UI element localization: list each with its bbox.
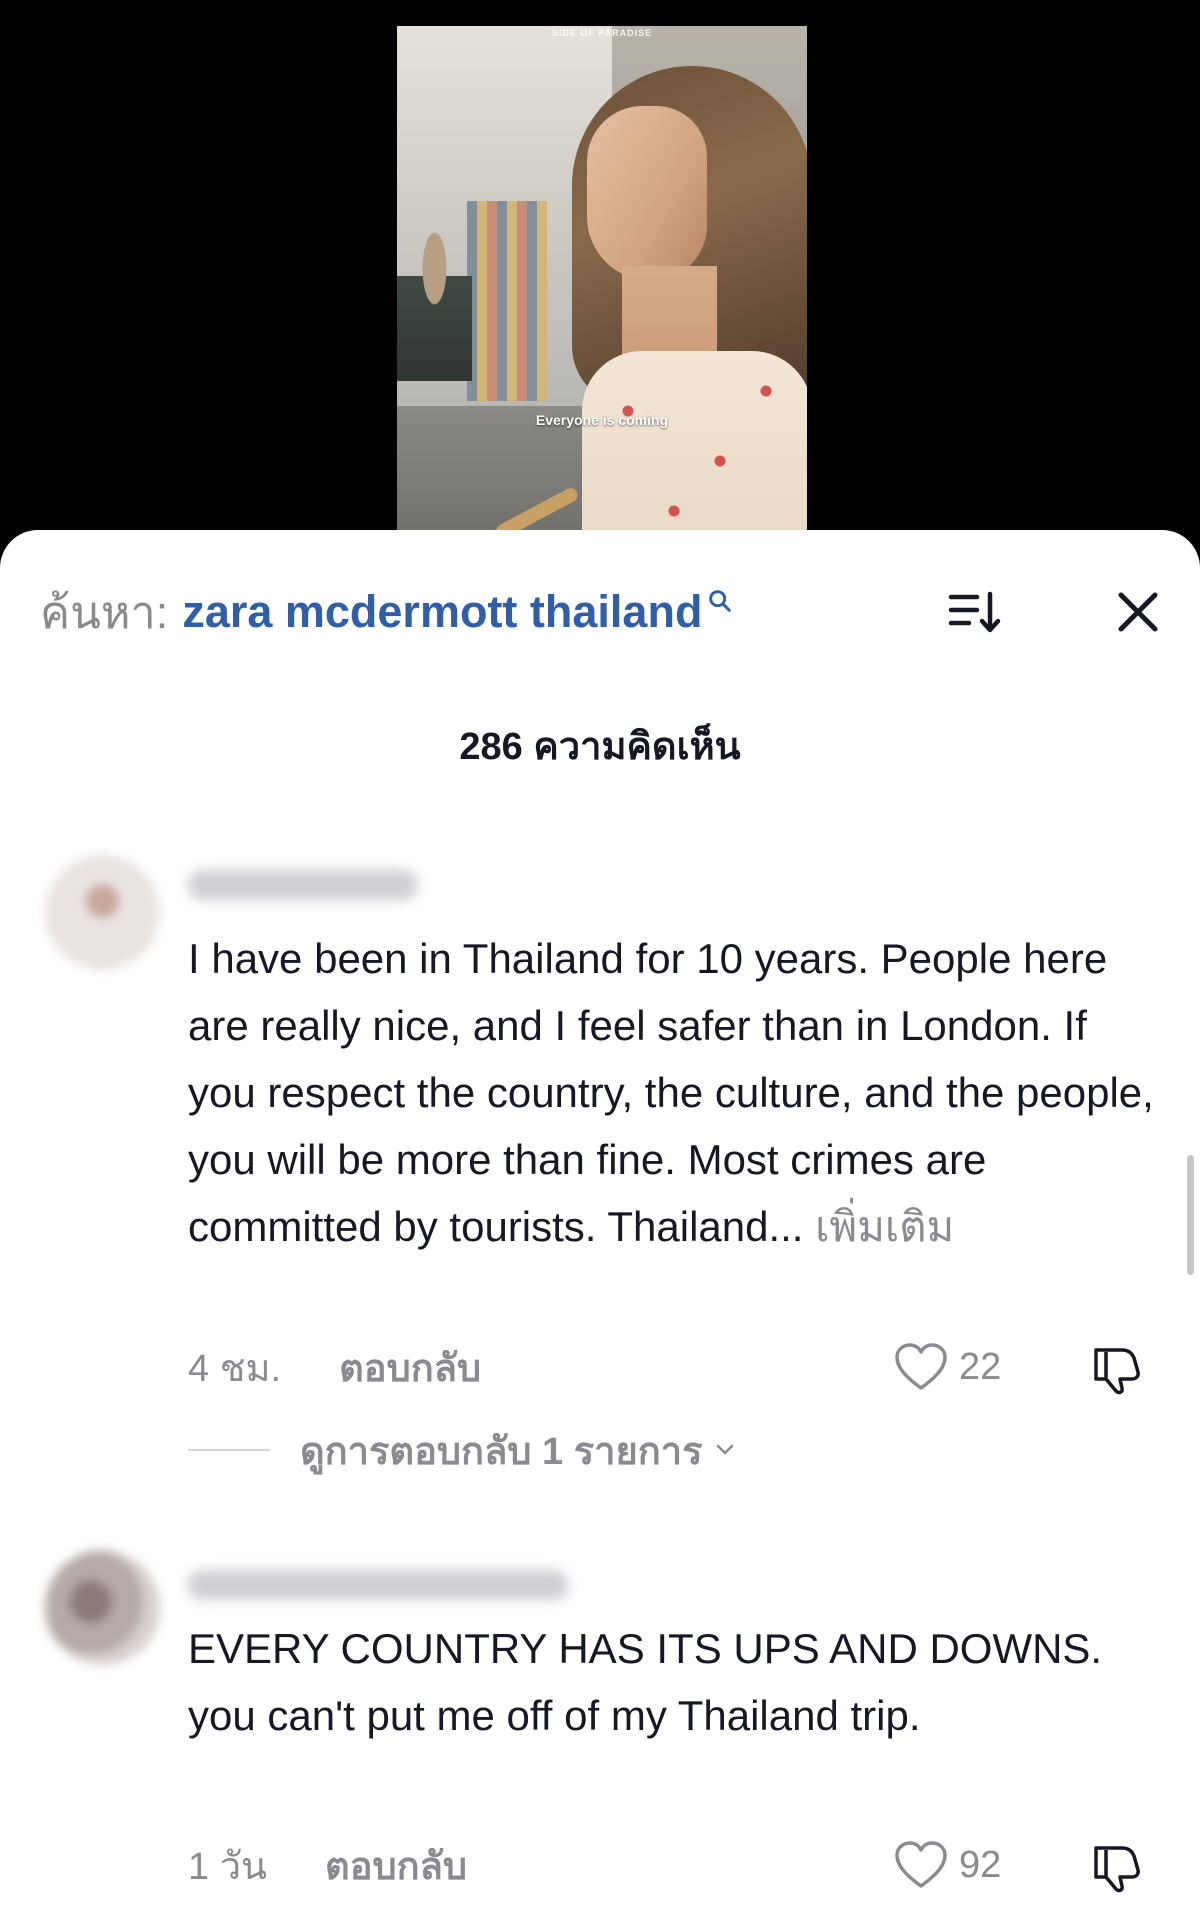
comment-meta: 1 วัน ตอบกลับ 92: [188, 1840, 1158, 1893]
search-suggestion-row: ค้นหา: zara mcdermott thailand: [40, 582, 1160, 642]
comment-time: 1 วัน: [188, 1845, 268, 1888]
like-count: 22: [959, 1345, 1002, 1388]
video-watermark: SIDE OF PARADISE: [551, 28, 653, 38]
comment-time: 4 ชม.: [188, 1347, 282, 1390]
like-button[interactable]: 22: [893, 1342, 1001, 1392]
thumbs-down-icon[interactable]: [1088, 1838, 1144, 1894]
comment-meta: 4 ชม. ตอบกลับ 22: [188, 1342, 1158, 1395]
video-woman-face: [587, 106, 707, 281]
video-player[interactable]: SIDE OF PARADISE Everyone is coming: [397, 26, 807, 541]
scrollbar[interactable]: [1187, 1155, 1194, 1275]
sort-icon[interactable]: [945, 582, 1005, 642]
like-button[interactable]: 92: [893, 1840, 1001, 1890]
video-woman-dress: [582, 351, 807, 541]
comments-sheet: ค้นหา: zara mcdermott thailand 286 ความค…: [0, 530, 1200, 1911]
heart-icon[interactable]: [893, 1342, 949, 1392]
comment-body: I have been in Thailand for 10 years. Pe…: [188, 935, 1154, 1250]
avatar[interactable]: [45, 855, 160, 970]
thumbs-down-icon[interactable]: [1088, 1340, 1144, 1396]
reply-button[interactable]: ตอบกลับ: [325, 1835, 467, 1896]
video-motorbike-rider: [397, 231, 472, 381]
comment-text: EVERY COUNTRY HAS ITS UPS AND DOWNS. you…: [188, 1615, 1158, 1749]
search-label: ค้นหา:: [40, 587, 169, 638]
replies-divider: [188, 1449, 270, 1451]
see-more-link[interactable]: เพิ่มเติม: [815, 1203, 954, 1250]
view-replies-label[interactable]: ดูการตอบกลับ 1 รายการ: [300, 1420, 703, 1481]
chevron-down-icon: [716, 1444, 733, 1455]
close-icon[interactable]: [1108, 582, 1168, 642]
heart-icon[interactable]: [893, 1840, 949, 1890]
comment-text: I have been in Thailand for 10 years. Pe…: [188, 925, 1158, 1260]
comment-username[interactable]: [188, 1570, 568, 1600]
app-screen: SIDE OF PARADISE Everyone is coming ค้นห…: [0, 0, 1200, 1911]
video-tiled-wall: [467, 201, 547, 401]
comment-username[interactable]: [188, 870, 418, 900]
comment-body: EVERY COUNTRY HAS ITS UPS AND DOWNS. you…: [188, 1625, 1103, 1739]
reply-button[interactable]: ตอบกลับ: [339, 1337, 481, 1398]
search-icon[interactable]: [706, 587, 734, 615]
comments-count: 286 ความคิดเห็น: [459, 726, 741, 768]
like-count: 92: [959, 1843, 1002, 1886]
search-query-link[interactable]: zara mcdermott thailand: [182, 586, 702, 638]
video-caption: Everyone is coming: [535, 412, 669, 428]
view-replies-button[interactable]: ดูการตอบกลับ 1 รายการ: [188, 1425, 737, 1475]
avatar[interactable]: [45, 1550, 160, 1665]
